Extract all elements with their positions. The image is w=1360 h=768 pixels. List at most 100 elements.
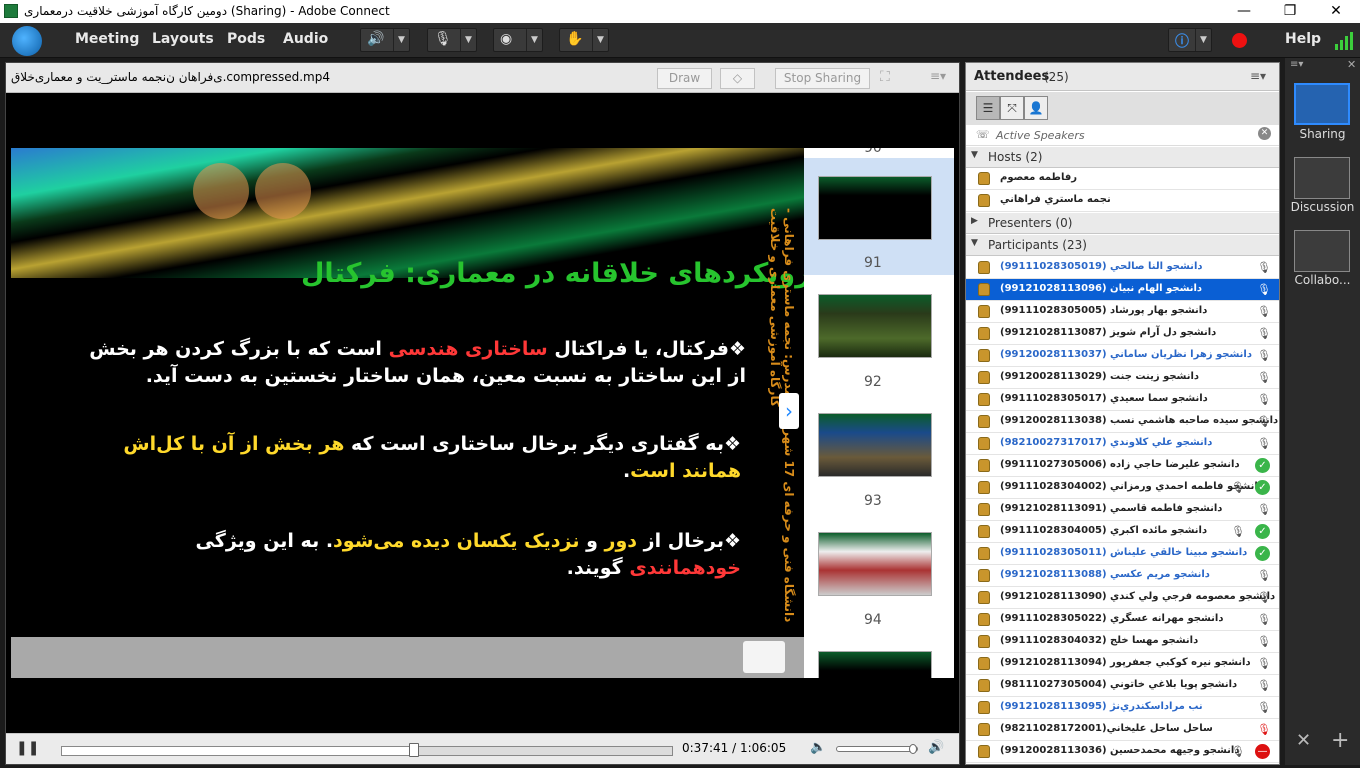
filmstrip-thumbnail[interactable]: [818, 651, 932, 678]
presenters-section[interactable]: ▶ Presenters (0): [966, 213, 1279, 234]
help-info-button[interactable]: ⓘ ▼: [1168, 28, 1212, 52]
menu-pods[interactable]: Pods: [227, 31, 265, 47]
chevron-down-icon[interactable]: ▼: [526, 29, 542, 51]
chevron-down-icon[interactable]: ▼: [460, 29, 476, 51]
filmstrip-thumbnail[interactable]: [818, 532, 932, 596]
participant-row[interactable]: دانشجو علي كلاوندي (98210027317017) 🎙: [966, 433, 1279, 455]
delete-layout-icon[interactable]: ✕: [1296, 730, 1311, 751]
participant-row[interactable]: دانشجو زهرا نظريان ساماني (9912002811303…: [966, 345, 1279, 367]
seek-bar[interactable]: [61, 743, 673, 757]
microphone-icon[interactable]: 🎙: [1257, 305, 1271, 319]
participant-row[interactable]: دانشجو نيره كوكبي جعفرپور (9912102811309…: [966, 653, 1279, 675]
status-view-icon[interactable]: 👤: [1024, 96, 1048, 120]
raise-hand-button[interactable]: ✋ ▼: [559, 28, 609, 52]
eraser-icon[interactable]: ◇: [720, 68, 755, 89]
volume-low-icon[interactable]: 🔈: [810, 740, 826, 755]
microphone-icon[interactable]: 🎙: [1257, 613, 1271, 627]
volume-slider[interactable]: [836, 744, 918, 754]
microphone-icon[interactable]: 🎙: [1257, 679, 1271, 693]
participant-row[interactable]: دانشجو بهار پورشاد (99111028305005) 🎙: [966, 301, 1279, 323]
volume-high-icon[interactable]: 🔊: [928, 740, 944, 755]
participant-row[interactable]: دانشجو مهسا خلج (99111028304032) 🎙: [966, 631, 1279, 653]
microphone-icon[interactable]: 🎙: [1257, 371, 1271, 385]
chevron-down-icon[interactable]: ▼: [592, 29, 608, 51]
participant-row[interactable]: دانشجو مريم عكسي (99121028113088) 🎙: [966, 565, 1279, 587]
microphone-icon[interactable]: 🎙: [1257, 437, 1271, 451]
close-icon[interactable]: ✕: [1347, 58, 1356, 71]
participant-row[interactable]: دانشجو سما سعيدي (99111028305017) 🎙: [966, 389, 1279, 411]
pod-menu-icon[interactable]: ≡▾: [930, 69, 946, 83]
filmstrip-thumbnail[interactable]: [818, 413, 932, 477]
microphone-icon[interactable]: 🎙: [1257, 327, 1271, 341]
seek-handle[interactable]: [408, 743, 419, 757]
pod-menu-icon[interactable]: ≡▾: [1250, 69, 1266, 83]
layout-sharing[interactable]: [1294, 83, 1350, 125]
hosts-section[interactable]: ▼ Hosts (2): [966, 147, 1279, 168]
volume-handle[interactable]: [909, 744, 917, 754]
maximize-button[interactable]: ❐: [1267, 0, 1313, 23]
chevron-right-icon[interactable]: ›: [779, 393, 799, 429]
microphone-icon[interactable]: 🎙: [1231, 481, 1245, 495]
participant-row[interactable]: ساحل ساحل عليخاني(98211028172001) 🎙: [966, 719, 1279, 741]
record-icon[interactable]: [1232, 33, 1247, 48]
participant-row[interactable]: دانشجو مائده اكبري (99111028304005) 🎙 ✓: [966, 521, 1279, 543]
microphone-muted-icon[interactable]: 🎙: [1257, 723, 1271, 737]
menu-help[interactable]: Help: [1285, 31, 1321, 47]
participant-row[interactable]: دانشجو معصومه فرجي ولي كندي (99121028113…: [966, 587, 1279, 609]
notes-icon[interactable]: [743, 641, 785, 673]
microphone-icon[interactable]: 🎙: [1257, 591, 1271, 605]
participant-row[interactable]: دانشجو سيده صاحبه هاشمي نسب (99120028113…: [966, 411, 1279, 433]
microphone-icon[interactable]: 🎙: [1257, 283, 1271, 297]
microphone-icon[interactable]: 🎙: [1257, 393, 1271, 407]
participant-row[interactable]: دانشجو فاطمه قاسمي (99121028113091) 🎙: [966, 499, 1279, 521]
participant-row[interactable]: دانشجو دل آرام شويز (99121028113087) 🎙: [966, 323, 1279, 345]
participant-row[interactable]: دانشجو عليرضا حاجي زاده (99111027305006)…: [966, 455, 1279, 477]
menu-audio[interactable]: Audio: [283, 31, 328, 47]
layout-collaboration[interactable]: [1294, 230, 1350, 272]
participants-section[interactable]: ▼ Participants (23): [966, 235, 1279, 256]
host-row[interactable]: رفاطمه معصوم: [966, 168, 1279, 190]
microphone-icon[interactable]: 🎙: [1257, 635, 1271, 649]
minimize-button[interactable]: —: [1221, 0, 1267, 23]
stop-sharing-button[interactable]: Stop Sharing: [775, 68, 870, 89]
microphone-icon[interactable]: 🎙: [1231, 745, 1245, 759]
microphone-button[interactable]: 🎙 ▼: [427, 28, 477, 52]
microphone-icon[interactable]: 🎙: [1257, 415, 1271, 429]
microphone-icon[interactable]: 🎙: [1257, 349, 1271, 363]
participant-row[interactable]: دانشجو وجيهه محمدحسين (99120028113036) 🎙 —: [966, 741, 1279, 763]
pause-button[interactable]: ❚❚: [16, 740, 39, 756]
microphone-icon[interactable]: 🎙: [1257, 569, 1271, 583]
microphone-icon[interactable]: 🎙: [1231, 525, 1245, 539]
participant-row[interactable]: دانشجو زينت جنت (99120028113029) 🎙: [966, 367, 1279, 389]
add-layout-icon[interactable]: +: [1331, 728, 1349, 753]
participant-row[interactable]: دانشجو النا صالحي (99111028305019) 🎙: [966, 257, 1279, 279]
chevron-down-icon[interactable]: ▼: [1195, 29, 1211, 51]
filmstrip-thumbnail[interactable]: [818, 176, 932, 240]
filmstrip-thumbnail[interactable]: [818, 294, 932, 358]
speaker-button[interactable]: 🔊 ▼: [360, 28, 410, 52]
microphone-icon[interactable]: 🎙: [1257, 503, 1271, 517]
microphone-icon[interactable]: 🎙: [1257, 657, 1271, 671]
close-button[interactable]: ✕: [1313, 0, 1359, 23]
close-icon[interactable]: ✕: [1258, 127, 1271, 140]
participant-row[interactable]: نب مراداسكندري‌نژ (99121028113095) 🎙: [966, 697, 1279, 719]
draw-button[interactable]: Draw: [657, 68, 712, 89]
fullscreen-icon[interactable]: ⛶: [880, 69, 890, 85]
chevron-down-icon[interactable]: ▼: [393, 29, 409, 51]
participant-row[interactable]: دانشجو فاطمه احمدي ورمزاني (991110283040…: [966, 477, 1279, 499]
breakout-view-icon[interactable]: ⤧: [1000, 96, 1024, 120]
participant-row[interactable]: دانشجو مهرانه عسگري (99111028305022) 🎙: [966, 609, 1279, 631]
participant-row[interactable]: دانشجو الهام نبيان (99121028113096) 🎙: [966, 279, 1279, 301]
menu-meeting[interactable]: Meeting: [75, 31, 139, 47]
layouts-menu-icon[interactable]: ≡▾: [1290, 59, 1303, 70]
microphone-icon[interactable]: 🎙: [1257, 261, 1271, 275]
webcam-button[interactable]: ◉ ▼: [493, 28, 543, 52]
participant-row[interactable]: دانشجو مبينا خالقي عليناش (9911102830501…: [966, 543, 1279, 565]
host-row[interactable]: نجمه ماستري فراهاني: [966, 190, 1279, 212]
microphone-icon[interactable]: 🎙: [1257, 701, 1271, 715]
layout-discussion[interactable]: [1294, 157, 1350, 199]
slide-filmstrip[interactable]: 90 91 92 93 94: [804, 148, 954, 678]
list-view-icon[interactable]: ☰: [976, 96, 1000, 120]
menu-layouts[interactable]: Layouts: [152, 31, 214, 47]
participant-row[interactable]: دانشجو پويا بلاغي خاتوني (98111027305004…: [966, 675, 1279, 697]
